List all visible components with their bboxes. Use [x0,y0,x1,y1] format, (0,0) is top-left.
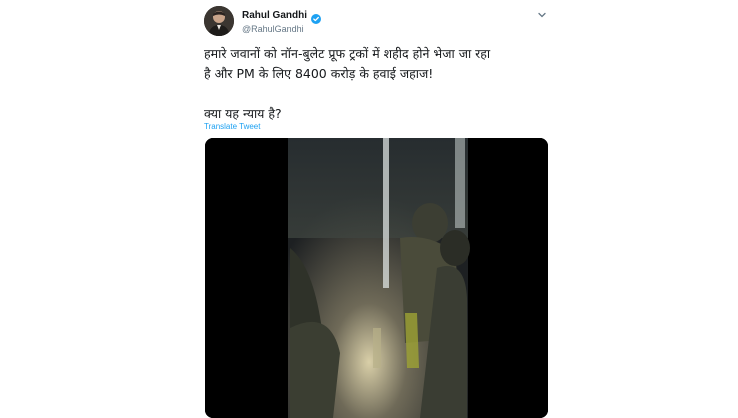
tweet-text-question: क्या यह न्याय है? [204,106,282,121]
tweet-video[interactable] [205,138,548,418]
author-handle[interactable]: @RahulGandhi [242,24,304,34]
verified-badge-icon [311,11,321,24]
author-avatar[interactable] [204,6,234,36]
chevron-down-icon[interactable] [536,8,548,20]
author-name-row: Rahul Gandhi [242,10,321,24]
author-name[interactable]: Rahul Gandhi [242,10,307,21]
tweet-text-line-1: हमारे जवानों को नॉन-बुलेट प्रूफ ट्रकों म… [204,46,491,61]
tweet-text-line-2: है और PM के लिए 8400 करोड़ के हवाई जहाज! [204,66,434,81]
tweet-card: Rahul Gandhi @RahulGandhi हमारे जवानों क… [190,0,560,418]
translate-tweet-link[interactable]: Translate Tweet [204,122,260,131]
video-frame [205,138,548,418]
tweet-text: हमारे जवानों को नॉन-बुलेट प्रूफ ट्रकों म… [204,44,554,124]
